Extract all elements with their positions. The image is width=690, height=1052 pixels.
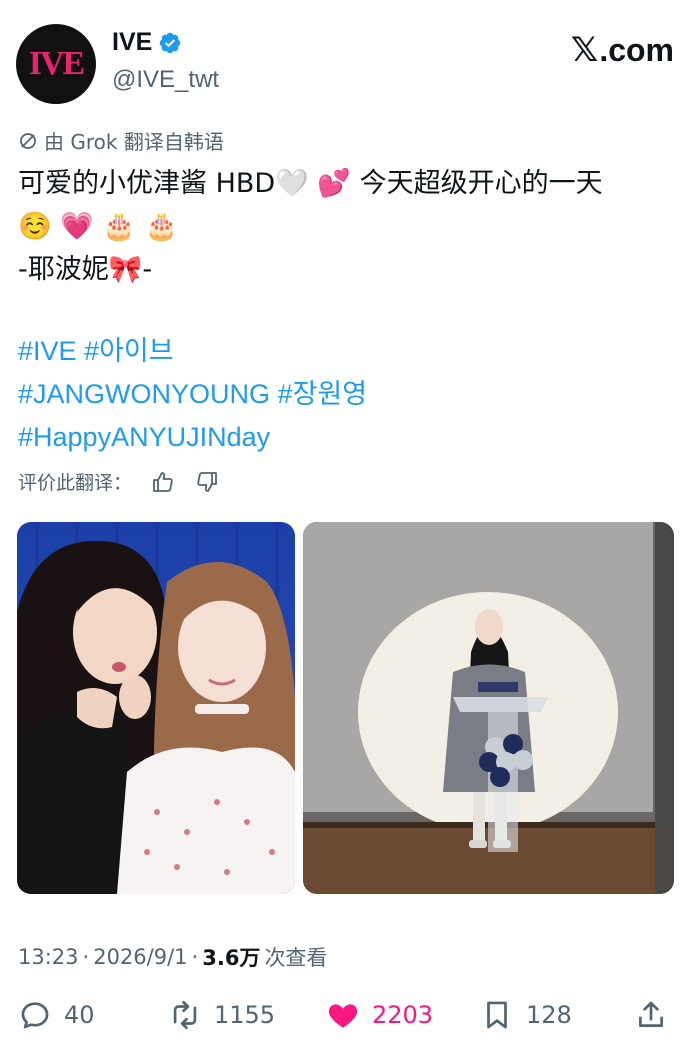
user-handle[interactable]: @IVE_twt — [112, 66, 219, 94]
views-count: 3.6万 — [202, 946, 261, 970]
ive-logo: IVE — [28, 45, 85, 82]
repost-count: 1155 — [214, 1001, 276, 1029]
translation-note: 由 Grok 翻译自韩语 — [18, 126, 224, 155]
like-count: 2203 — [372, 1001, 434, 1029]
thumbs-down-button[interactable] — [194, 469, 220, 495]
hashtag-link[interactable]: #HappyANYUJINday — [18, 422, 270, 452]
reply-count: 40 — [64, 1001, 95, 1029]
hashtags: #IVE #아이브 #JANGWONYOUNG #장원영 #HappyANYUJ… — [18, 330, 367, 459]
hashtag-link[interactable]: #장원영 — [278, 379, 368, 409]
meta-separator: · — [191, 945, 199, 969]
tweet-time[interactable]: 13:23 — [18, 945, 79, 969]
meta-separator: · — [82, 945, 90, 969]
selfie-illustration — [17, 522, 295, 894]
tweet-line-1: 可爱的小优津酱 HBD🤍 💕 今天超级开心的一天 — [18, 168, 603, 199]
hashtag-line-2: #JANGWONYOUNG #장원영 — [18, 373, 367, 416]
photo-two-women-selfie[interactable] — [17, 522, 295, 894]
verified-badge-icon — [160, 32, 181, 53]
x-brand-text: .com — [599, 31, 674, 68]
tweet-line-3: -耶波妮🎀- — [18, 254, 153, 285]
bookmark-count: 128 — [526, 1001, 572, 1029]
no-translate-icon — [20, 132, 36, 149]
x-brand[interactable]: 𝕏 .com — [571, 30, 674, 70]
thumbs-down-icon — [197, 471, 217, 492]
bookmark-button[interactable]: 128 — [480, 998, 572, 1032]
tweet-date[interactable]: 2026/9/1 — [93, 945, 187, 969]
hashtag-link[interactable]: #JANGWONYOUNG — [18, 379, 270, 409]
display-name[interactable]: IVE — [112, 28, 152, 57]
views-label: 次查看 — [264, 946, 328, 970]
podium-illustration — [303, 522, 674, 894]
repost-button[interactable]: 1155 — [168, 998, 275, 1032]
hashtag-line-1: #IVE #아이브 — [18, 330, 367, 373]
name-row: IVE — [112, 28, 182, 57]
repost-icon — [173, 1000, 197, 1030]
photo-woman-speaking-at-podium[interactable] — [303, 522, 674, 894]
share-icon — [639, 1001, 663, 1027]
bookmark-icon — [487, 1001, 507, 1029]
reply-icon — [21, 1002, 49, 1029]
thumbs-up-icon — [153, 471, 173, 492]
avatar[interactable]: IVE — [16, 24, 96, 104]
tweet-header: IVE IVE @IVE_twt 𝕏 .com — [16, 18, 674, 104]
thumbs-up-button[interactable] — [150, 469, 176, 495]
translation-note-text: 由 Grok 翻译自韩语 — [44, 130, 224, 154]
hashtag-link[interactable]: #아이브 — [84, 336, 174, 366]
reply-button[interactable]: 40 — [18, 998, 95, 1032]
hashtag-line-3: #HappyANYUJINday — [18, 416, 367, 459]
tweet-line-2: ☺️ 💗 🎂 🎂 — [18, 211, 179, 242]
share-button[interactable] — [634, 998, 668, 1032]
like-button[interactable]: 2203 — [326, 998, 433, 1032]
tweet-meta: 13:23 · 2026/9/1 · 3.6万 次查看 — [18, 942, 327, 972]
tweet-actions: 40 1155 2203 128 — [18, 998, 674, 1038]
x-logo-icon: 𝕏 — [570, 30, 599, 70]
rate-translation: 评价此翻译： — [18, 468, 220, 495]
hashtag-link[interactable]: #IVE — [18, 336, 77, 366]
tweet-text: 可爱的小优津酱 HBD🤍 💕 今天超级开心的一天 ☺️ 💗 🎂 🎂 -耶波妮🎀- — [18, 162, 678, 291]
rate-translation-label: 评价此翻译： — [18, 472, 133, 494]
heart-icon — [328, 1004, 358, 1028]
